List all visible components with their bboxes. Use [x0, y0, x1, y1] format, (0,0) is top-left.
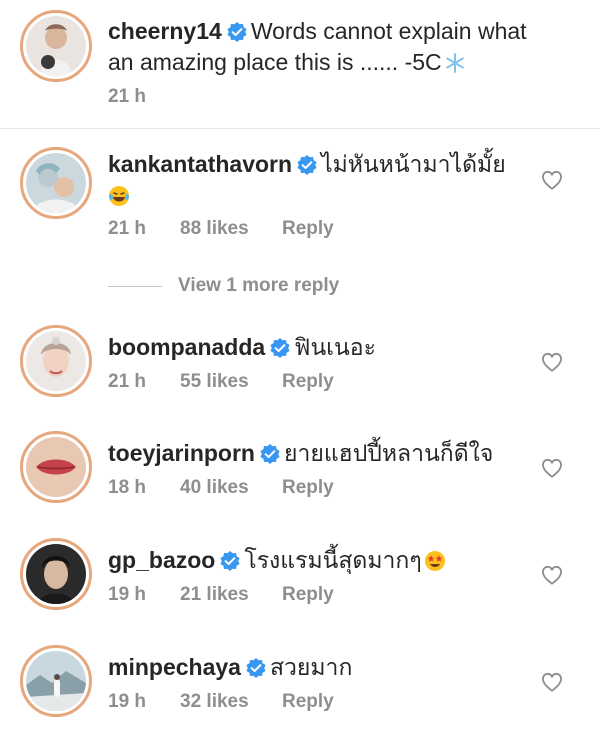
comment-meta: 21 h 88 likes Reply [108, 218, 334, 240]
reply-button[interactable]: Reply [282, 218, 334, 240]
like-heart-icon[interactable] [541, 458, 563, 478]
comment-text: ไม่หันหน้ามาได้มั้ย [321, 151, 506, 177]
comment-time: 19 h [108, 691, 147, 712]
avatar-kankantathavorn[interactable] [20, 147, 92, 219]
comment-time: 19 h [108, 584, 147, 605]
reply-button[interactable]: Reply [282, 477, 334, 499]
comment-text: โรงแรมนี้สุดมากๆ [244, 547, 422, 573]
comment-text: ฟินเนอะ [294, 334, 376, 360]
comment-time: 18 h [108, 477, 147, 498]
comment-text: สวยมาก [269, 654, 353, 680]
verified-badge-icon [297, 155, 317, 175]
star-struck-emoji [424, 551, 445, 571]
view-more-label[interactable]: View 1 more reply [178, 275, 339, 297]
comment-likes[interactable]: 32 likes [180, 691, 282, 713]
comment-time: 21 h [108, 218, 147, 239]
like-heart-icon[interactable] [541, 352, 563, 372]
divider-line [108, 285, 162, 287]
comments-screen: cheerny14 Words cannot explain what an am… [0, 0, 600, 733]
comment-likes[interactable]: 88 likes [180, 218, 282, 240]
caption-time: 21 h [108, 86, 147, 107]
reply-button[interactable]: Reply [282, 371, 334, 393]
verified-badge-icon [227, 22, 247, 42]
like-heart-icon[interactable] [541, 565, 563, 585]
caption-text-block: cheerny14 Words cannot explain what an am… [108, 16, 540, 78]
caption-username[interactable]: cheerny14 [108, 18, 222, 44]
verified-badge-icon [260, 444, 280, 464]
comment-username[interactable]: gp_bazoo [108, 547, 215, 573]
comment-username[interactable]: minpechaya [108, 654, 241, 680]
comment-meta: 19 h 21 likes Reply [108, 584, 334, 606]
comment-username[interactable]: toeyjarinporn [108, 440, 255, 466]
avatar-image [26, 437, 86, 497]
comment-likes[interactable]: 55 likes [180, 371, 282, 393]
avatar-image [26, 331, 86, 391]
avatar-toeyjarinporn[interactable] [20, 431, 92, 503]
view-more-replies[interactable]: View 1 more reply [108, 274, 339, 298]
comment-text-block: toeyjarinporn ยายแฮปปี้หลานก็ดีใจ [108, 438, 540, 469]
comment-meta: 19 h 32 likes Reply [108, 691, 334, 713]
comment-meta: 21 h 55 likes Reply [108, 371, 334, 393]
verified-badge-icon [270, 338, 290, 358]
avatar-minpechaya[interactable] [20, 645, 92, 717]
comment-text-block: boompanadda ฟินเนอะ [108, 332, 540, 363]
comment-text-block: minpechaya สวยมาก [108, 652, 540, 683]
post-caption: cheerny14 Words cannot explain what an am… [0, 0, 600, 129]
like-heart-icon[interactable] [541, 672, 563, 692]
comment-likes[interactable]: 40 likes [180, 477, 282, 499]
avatar-image [26, 16, 86, 76]
comment-text: ยายแฮปปี้หลานก็ดีใจ [283, 440, 494, 466]
avatar-gp-bazoo[interactable] [20, 538, 92, 610]
reply-button[interactable]: Reply [282, 584, 334, 606]
reply-button[interactable]: Reply [282, 691, 334, 713]
avatar-cheerny14[interactable] [20, 10, 92, 82]
comment-username[interactable]: kankantathavorn [108, 151, 292, 177]
like-heart-icon[interactable] [541, 170, 563, 190]
comment-text-block: gp_bazoo โรงแรมนี้สุดมากๆ [108, 545, 540, 576]
avatar-boompanadda[interactable] [20, 325, 92, 397]
comment-likes[interactable]: 21 likes [180, 584, 282, 606]
snowflake-emoji [445, 53, 464, 73]
caption-meta: 21 h [108, 86, 146, 108]
comment-username[interactable]: boompanadda [108, 334, 265, 360]
avatar-image [26, 544, 86, 604]
comment-text-block: kankantathavorn ไม่หันหน้ามาได้มั้ย [108, 149, 540, 211]
avatar-image [26, 153, 86, 213]
verified-badge-icon [246, 658, 266, 678]
laughing-tears-emoji [109, 186, 129, 206]
avatar-image [26, 651, 86, 711]
comment-meta: 18 h 40 likes Reply [108, 477, 334, 499]
comment-time: 21 h [108, 371, 147, 392]
verified-badge-icon [220, 551, 240, 571]
